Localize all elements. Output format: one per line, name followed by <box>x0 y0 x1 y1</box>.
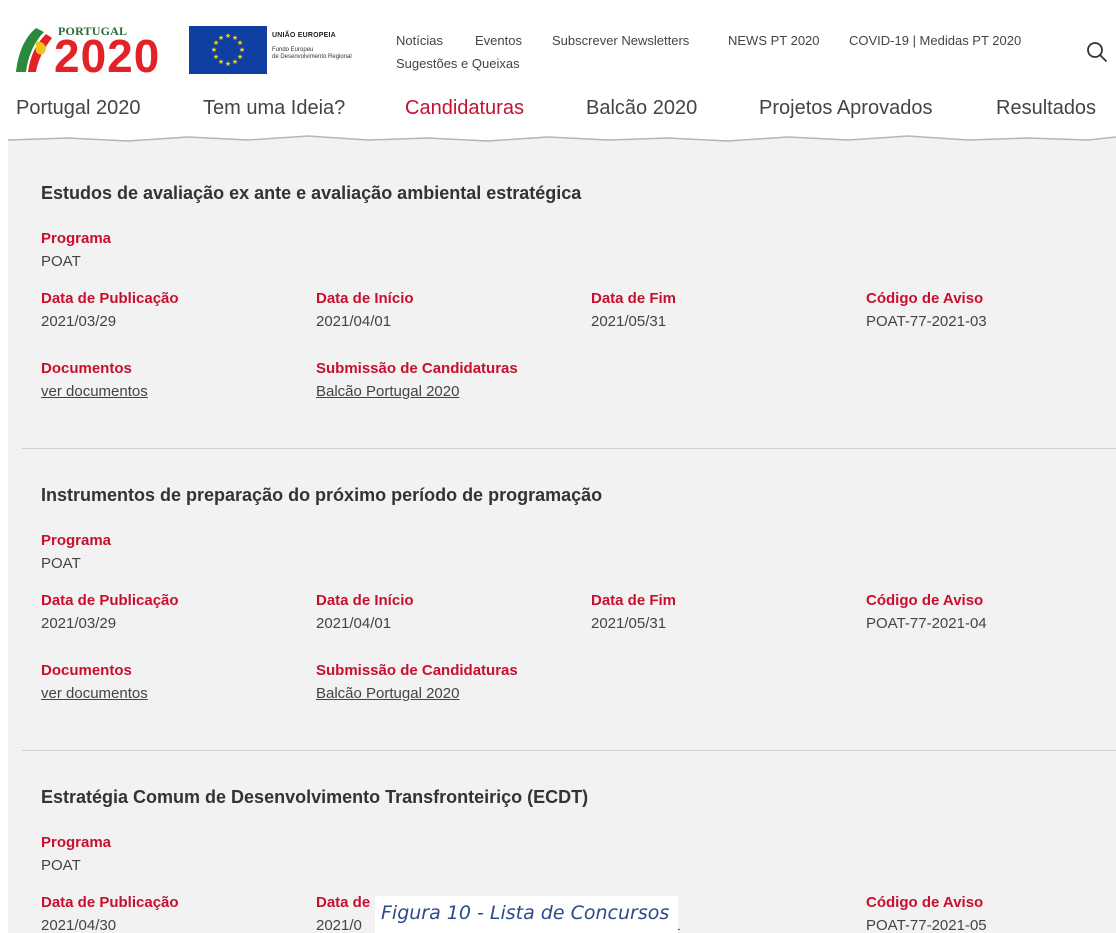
portugal-2020-logo[interactable]: PORTUGAL 2020 <box>14 24 184 82</box>
data-publicacao-label: Data de Publicação <box>41 592 179 609</box>
util-link-sugestoes[interactable]: Sugestões e Queixas <box>396 56 520 71</box>
eu-flag-icon: ★ ★ ★ ★ ★ ★ ★ ★ ★ ★ ★ ★ <box>189 26 267 74</box>
programa-label: Programa <box>41 532 112 549</box>
torn-edge-divider <box>8 135 1116 158</box>
ver-documentos-link[interactable]: ver documentos <box>41 685 148 702</box>
codigo-aviso-value: POAT-77-2021-04 <box>866 615 987 632</box>
submissao-label: Submissão de Candidaturas <box>316 360 518 377</box>
util-link-noticias[interactable]: Notícias <box>396 33 443 48</box>
programa-value: POAT <box>41 857 81 874</box>
programa-label: Programa <box>41 230 112 247</box>
notice-title: Estudos de avaliação ex ante e avaliação… <box>41 183 582 203</box>
data-publicacao-value: 2021/03/29 <box>41 313 117 330</box>
svg-text:★: ★ <box>213 53 219 61</box>
ver-documentos-link[interactable]: ver documentos <box>41 383 148 400</box>
svg-text:★: ★ <box>218 34 224 42</box>
codigo-aviso-label: Código de Aviso <box>866 592 984 609</box>
nav-balcao-2020[interactable]: Balcão 2020 <box>586 97 697 120</box>
submissao-label: Submissão de Candidaturas <box>316 662 518 679</box>
documentos-label: Documentos <box>41 360 132 377</box>
util-link-eventos[interactable]: Eventos <box>475 33 522 48</box>
data-inicio-value: 2021/0 <box>316 917 362 933</box>
nav-tem-uma-ideia[interactable]: Tem uma Ideia? <box>203 97 345 120</box>
data-fim-label: Data de Fim <box>591 592 677 609</box>
eu-fund-line1: Fundo Europeu <box>272 47 314 53</box>
codigo-aviso-value: POAT-77-2021-03 <box>866 313 987 330</box>
data-publicacao-label: Data de Publicação <box>41 290 179 307</box>
search-icon[interactable] <box>1085 40 1109 64</box>
card-separator <box>22 448 1116 449</box>
programa-value: POAT <box>41 555 81 572</box>
svg-text:★: ★ <box>232 58 238 66</box>
data-fim-label: Data de Fim <box>591 290 677 307</box>
data-inicio-label: Data de Início <box>316 290 414 307</box>
data-publicacao-value: 2021/03/29 <box>41 615 117 632</box>
codigo-aviso-label: Código de Aviso <box>866 894 984 911</box>
documentos-label: Documentos <box>41 662 132 679</box>
data-inicio-label: Data de Início <box>316 592 414 609</box>
notice-title: Estratégia Comum de Desenvolvimento Tran… <box>41 787 589 807</box>
data-inicio-value: 2021/04/01 <box>316 313 392 330</box>
data-fim-value: 2021/05/31 <box>591 313 667 330</box>
notice-title: Instrumentos de preparação do próximo pe… <box>41 485 603 505</box>
eu-title: UNIÃO EUROPEIA <box>272 32 336 39</box>
codigo-aviso-value: POAT-77-2021-05 <box>866 917 987 933</box>
nav-projetos-aprovados[interactable]: Projetos Aprovados <box>759 97 932 120</box>
programa-value: POAT <box>41 253 81 270</box>
util-link-news-pt2020[interactable]: NEWS PT 2020 <box>728 33 820 48</box>
data-publicacao-label: Data de Publicação <box>41 894 179 911</box>
svg-text:★: ★ <box>211 46 217 54</box>
balcao-portugal-2020-link[interactable]: Balcão Portugal 2020 <box>316 383 459 400</box>
figure-caption: Figura 10 - Lista de Concursos <box>375 896 678 933</box>
svg-text:★: ★ <box>225 32 231 40</box>
logo-2020-text: 2020 <box>54 30 161 82</box>
balcao-portugal-2020-link[interactable]: Balcão Portugal 2020 <box>316 685 459 702</box>
util-link-covid[interactable]: COVID-19 | Medidas PT 2020 <box>849 33 1021 48</box>
eu-logo: ★ ★ ★ ★ ★ ★ ★ ★ ★ ★ ★ ★ UNIÃO EUROPEIA F… <box>189 26 375 74</box>
notice-list: Estudos de avaliação ex ante e avaliação… <box>8 140 1116 933</box>
util-link-newsletters[interactable]: Subscrever Newsletters <box>552 33 689 48</box>
programa-label: Programa <box>41 834 112 851</box>
nav-resultados[interactable]: Resultados <box>996 97 1096 120</box>
nav-candidaturas[interactable]: Candidaturas <box>405 97 524 120</box>
eu-fund-line2: de Desenvolvimento Regional <box>272 54 352 60</box>
card-separator <box>22 750 1116 751</box>
portugal-flag-icon <box>16 28 52 72</box>
codigo-aviso-label: Código de Aviso <box>866 290 984 307</box>
svg-text:★: ★ <box>225 60 231 68</box>
data-fim-value: 2021/05/31 <box>591 615 667 632</box>
data-publicacao-value: 2021/04/30 <box>41 917 117 933</box>
nav-portugal-2020[interactable]: Portugal 2020 <box>16 97 141 120</box>
data-inicio-value: 2021/04/01 <box>316 615 392 632</box>
